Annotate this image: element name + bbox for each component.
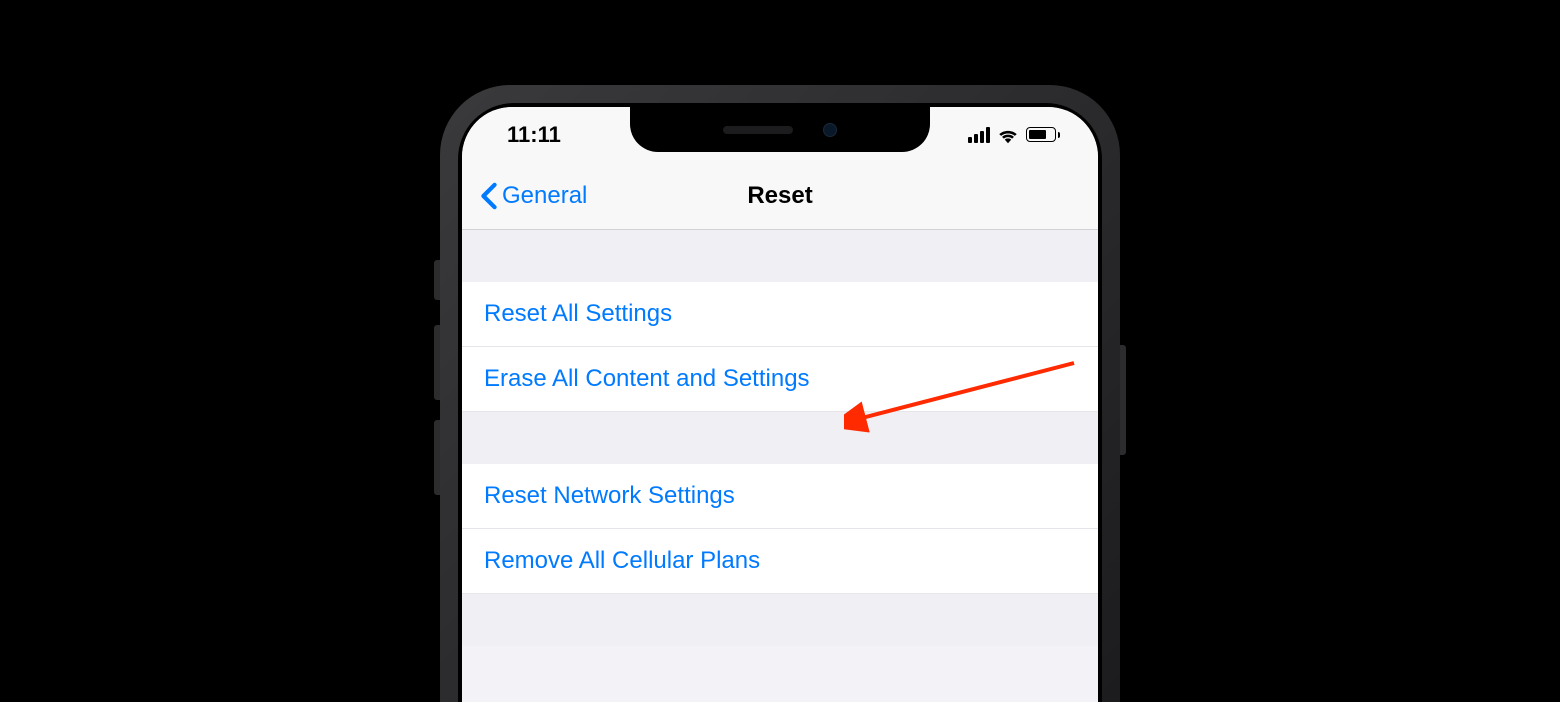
- phone-frame: 11:11: [440, 85, 1120, 702]
- status-icons: [968, 126, 1068, 144]
- section-gap: [462, 594, 1098, 646]
- front-camera: [823, 123, 837, 137]
- wifi-icon: [997, 126, 1019, 144]
- cellular-signal-icon: [968, 127, 990, 143]
- status-time: 11:11: [492, 122, 561, 148]
- phone-screen: 11:11: [462, 107, 1098, 702]
- nav-bar: General Reset: [462, 162, 1098, 230]
- reset-options-content: Reset All Settings Erase All Content and…: [462, 230, 1098, 646]
- battery-icon: [1026, 127, 1060, 142]
- back-button[interactable]: General: [480, 182, 587, 210]
- section-gap: [462, 230, 1098, 282]
- erase-all-content-item[interactable]: Erase All Content and Settings: [462, 347, 1098, 412]
- notch: [630, 107, 930, 152]
- remove-cellular-plans-item[interactable]: Remove All Cellular Plans: [462, 529, 1098, 594]
- nav-title: Reset: [747, 182, 812, 210]
- power-button: [1120, 345, 1126, 455]
- chevron-left-icon: [480, 182, 498, 210]
- back-label: General: [502, 182, 587, 210]
- reset-network-settings-item[interactable]: Reset Network Settings: [462, 464, 1098, 529]
- speaker: [723, 126, 793, 134]
- section-gap: [462, 412, 1098, 464]
- reset-all-settings-item[interactable]: Reset All Settings: [462, 282, 1098, 347]
